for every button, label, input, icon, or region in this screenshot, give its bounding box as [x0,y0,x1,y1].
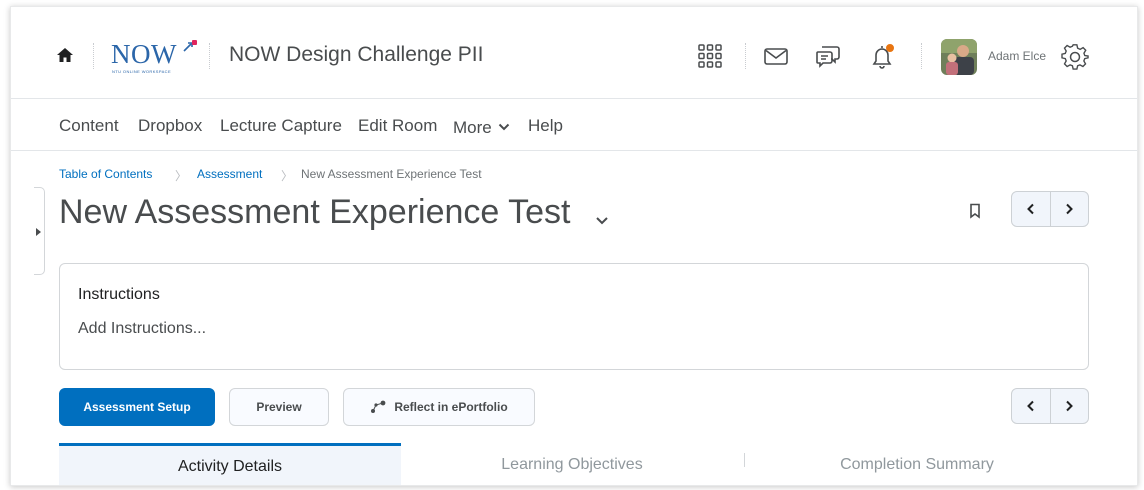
logo-mark-icon [183,39,197,52]
chat-bubbles-icon[interactable] [815,43,841,69]
header-divider [93,43,94,69]
page-title: New Assessment Experience Test [59,193,571,231]
chevron-down-icon [498,116,510,131]
course-navbar: Content Dropbox Lecture Capture Edit Roo… [11,99,1137,151]
caret-right-icon [36,228,41,236]
home-icon[interactable] [55,45,75,65]
header-divider [209,43,210,69]
mail-icon[interactable] [763,43,789,69]
breadcrumb-current: New Assessment Experience Test [301,167,482,181]
chevron-left-icon [1026,203,1034,215]
nav-more-label: More [453,118,492,137]
next-topic-button[interactable] [1049,192,1089,226]
logo-text: NOW [111,39,177,69]
top-header: NOW NTU ONLINE WORKSPACE NOW Design Chal… [11,7,1137,99]
instructions-heading: Instructions [78,286,160,303]
secondary-pager [1011,388,1089,424]
now-logo[interactable]: NOW NTU ONLINE WORKSPACE [111,37,197,77]
nav-content[interactable]: Content [59,116,119,136]
next-button[interactable] [1049,389,1089,423]
course-title[interactable]: NOW Design Challenge PII [229,43,483,67]
title-chevron-down-icon[interactable] [595,213,609,225]
chevron-left-icon [1026,400,1034,412]
previous-topic-button[interactable] [1012,192,1050,226]
username[interactable]: Adam Elce [988,49,1046,63]
side-panel-toggle[interactable] [34,187,45,275]
instructions-card[interactable]: Instructions Add Instructions... [59,263,1089,370]
nav-dropbox[interactable]: Dropbox [138,116,202,136]
breadcrumb-chevron-icon: 〉 [281,169,294,183]
breadcrumb-chevron-icon: 〉 [175,169,188,183]
logo-subtext: NTU ONLINE WORKSPACE [112,69,172,74]
breadcrumb-table-of-contents[interactable]: Table of Contents [59,167,152,181]
chevron-right-icon [1066,203,1074,215]
app-window: NOW NTU ONLINE WORKSPACE NOW Design Chal… [10,6,1138,486]
tab-learning-objectives[interactable]: Learning Objectives [401,443,743,485]
gear-icon[interactable] [1061,43,1089,70]
chevron-right-icon [1066,400,1074,412]
header-divider [921,43,922,69]
avatar[interactable] [941,39,977,75]
topic-pager [1011,191,1089,227]
breadcrumb-assessment[interactable]: Assessment [197,167,262,181]
eportfolio-icon [370,400,386,414]
waffle-grid-icon[interactable] [697,43,723,69]
nav-help[interactable]: Help [528,116,563,136]
bookmark-icon[interactable] [969,203,981,219]
previous-button[interactable] [1012,389,1050,423]
nav-edit-room[interactable]: Edit Room [358,116,437,136]
bell-icon[interactable] [869,43,895,69]
nav-more[interactable]: More [453,116,510,138]
tab-activity-details[interactable]: Activity Details [59,443,401,485]
reflect-in-eportfolio-button[interactable]: Reflect in ePortfolio [343,388,535,426]
tab-completion-summary[interactable]: Completion Summary [745,443,1089,485]
nav-lecture-capture[interactable]: Lecture Capture [220,116,342,136]
preview-button[interactable]: Preview [229,388,329,426]
header-divider [745,43,746,69]
instructions-placeholder[interactable]: Add Instructions... [78,320,206,338]
assessment-setup-button[interactable]: Assessment Setup [59,388,215,426]
reflect-label: Reflect in ePortfolio [394,400,508,414]
